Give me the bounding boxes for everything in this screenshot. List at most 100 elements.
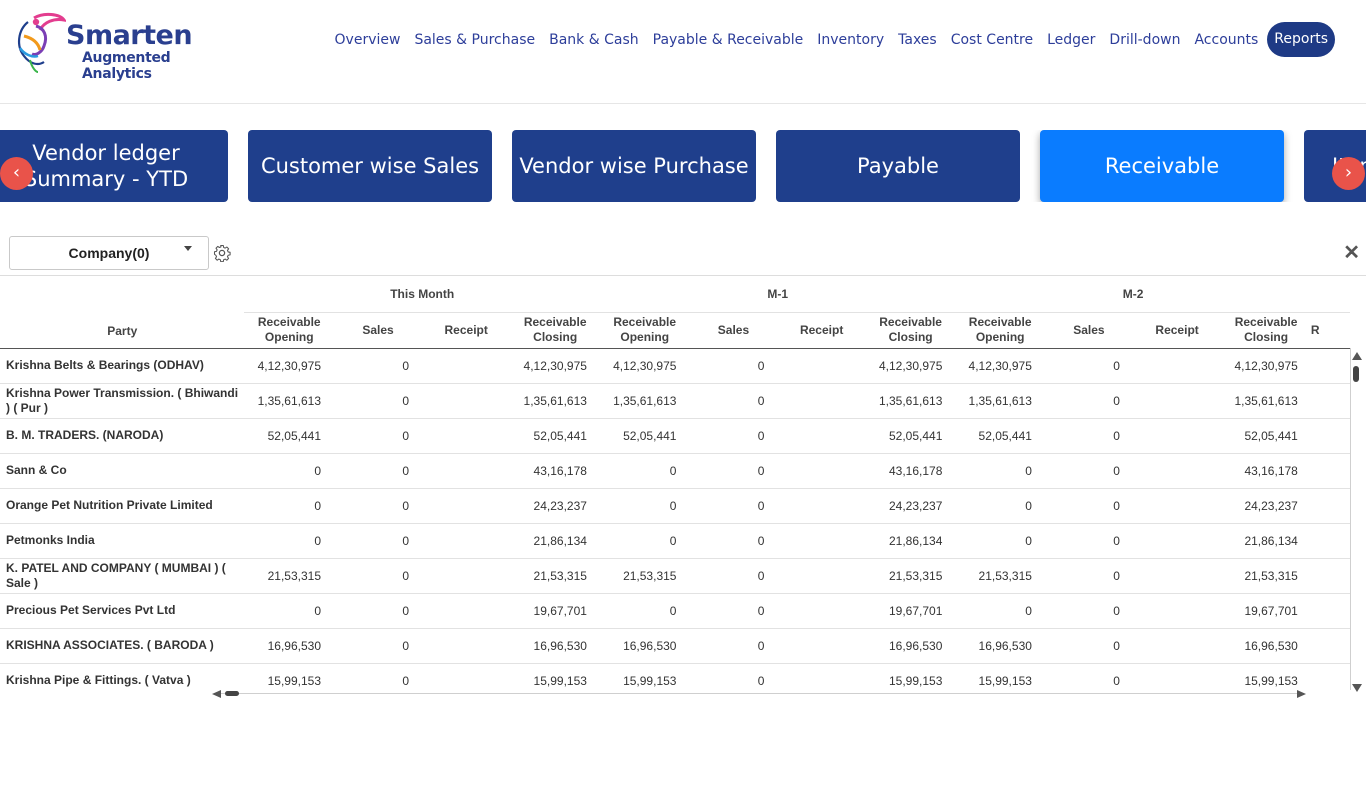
- value-cell: 0: [334, 383, 422, 419]
- value-cell: [1132, 523, 1222, 559]
- value-cell: 1,35,61,613: [244, 383, 335, 419]
- value-cell: [777, 628, 866, 664]
- party-cell: Krishna Pipe & Fittings. ( Vatva ): [0, 663, 245, 689]
- value-cell: 0: [689, 558, 778, 594]
- vertical-scroll-thumb[interactable]: [1353, 366, 1359, 382]
- col-receivable-opening[interactable]: Receivable Opening: [599, 311, 690, 349]
- table-row[interactable]: B. M. TRADERS. (NARODA) 52,05,441 0 52,05,4…: [0, 418, 1350, 454]
- table-row[interactable]: Orange Pet Nutrition Private Limited 0 0 24…: [0, 488, 1350, 524]
- value-cell: [1310, 663, 1350, 689]
- table-body: Krishna Belts & Bearings (ODHAV) 4,12,30,…: [0, 348, 1350, 689]
- value-cell: 0: [599, 488, 690, 524]
- nav-inventory[interactable]: Inventory: [810, 32, 891, 48]
- value-cell: 0: [244, 593, 335, 629]
- col-receivable-closing[interactable]: Receivable Closing: [510, 311, 600, 349]
- party-cell: Sann & Co: [0, 453, 245, 489]
- value-cell: 0: [244, 523, 335, 559]
- tile-vendor-wise-purchase[interactable]: Vendor wise Purchase: [512, 130, 756, 202]
- value-cell: [1310, 488, 1350, 524]
- value-cell: 15,99,153: [599, 663, 690, 689]
- nav-taxes[interactable]: Taxes: [891, 32, 944, 48]
- scroll-up-arrow-icon[interactable]: [1352, 352, 1362, 360]
- col-receivable-opening[interactable]: Receivable Opening: [244, 311, 335, 349]
- nav-overview[interactable]: Overview: [328, 32, 408, 48]
- table-row[interactable]: K. PATEL AND COMPANY ( MUMBAI ) ( Sale )…: [0, 558, 1350, 594]
- value-cell: [422, 523, 511, 559]
- vertical-scroll-track: [1350, 348, 1351, 690]
- value-cell: [1310, 593, 1350, 629]
- table-row[interactable]: Krishna Power Transmission. ( Bhiwandi )…: [0, 383, 1350, 419]
- scroll-left-arrow-icon[interactable]: [212, 690, 221, 698]
- nav-ledger[interactable]: Ledger: [1040, 32, 1102, 48]
- table-row[interactable]: Petmonks India 0 0 21,86,134 0 0 21,86,134 0 0 21…: [0, 523, 1350, 559]
- table-row[interactable]: Precious Pet Services Pvt Ltd 0 0 19,67,701…: [0, 593, 1350, 629]
- horizontal-scroll-thumb[interactable]: [225, 691, 239, 696]
- nav-bank-cash[interactable]: Bank & Cash: [542, 32, 646, 48]
- scroll-down-arrow-icon[interactable]: [1352, 684, 1362, 692]
- tile-vendor-ledger-summary[interactable]: Vendor ledger Summary - YTD: [0, 130, 228, 202]
- nav-reports[interactable]: Reports: [1267, 22, 1335, 57]
- value-cell: 0: [244, 488, 335, 524]
- party-cell: KRISHNA ASSOCIATES. ( BARODA ): [0, 628, 245, 664]
- col-receivable-closing[interactable]: Receivable Closing: [1221, 311, 1311, 349]
- value-cell: [1132, 558, 1222, 594]
- horizontal-scrollbar[interactable]: [212, 689, 1306, 699]
- party-cell: B. M. TRADERS. (NARODA): [0, 418, 245, 454]
- carousel-next-arrow-icon[interactable]: ›: [1332, 157, 1365, 190]
- value-cell: 16,96,530: [865, 628, 956, 664]
- tile-payable[interactable]: Payable: [776, 130, 1020, 202]
- value-cell: 0: [334, 593, 422, 629]
- value-cell: 19,67,701: [510, 593, 600, 629]
- value-cell: 0: [1044, 453, 1133, 489]
- value-cell: 0: [689, 488, 778, 524]
- company-dropdown[interactable]: Company(0): [9, 236, 209, 270]
- smarten-logo[interactable]: Smarten Augmented Analytics: [14, 12, 244, 82]
- nav-drill-down[interactable]: Drill-down: [1102, 32, 1187, 48]
- carousel-prev-arrow-icon[interactable]: ‹: [0, 157, 33, 190]
- col-receipt[interactable]: Receipt: [777, 311, 866, 349]
- value-cell: [422, 453, 511, 489]
- nav-accounts[interactable]: Accounts: [1187, 32, 1265, 48]
- value-cell: 0: [334, 348, 422, 384]
- value-cell: 0: [689, 523, 778, 559]
- nav-cost-centre[interactable]: Cost Centre: [944, 32, 1040, 48]
- value-cell: 43,16,178: [1221, 453, 1311, 489]
- value-cell: 0: [334, 558, 422, 594]
- close-icon[interactable]: ✕: [1343, 240, 1360, 265]
- value-cell: 21,53,315: [1221, 558, 1311, 594]
- value-cell: [422, 558, 511, 594]
- table-row[interactable]: Krishna Belts & Bearings (ODHAV) 4,12,30,…: [0, 348, 1350, 384]
- table-row[interactable]: Krishna Pipe & Fittings. ( Vatva ) 15,99,…: [0, 663, 1350, 689]
- col-receipt[interactable]: Receipt: [422, 311, 511, 349]
- tile-customer-wise-sales[interactable]: Customer wise Sales: [248, 130, 492, 202]
- party-cell: Orange Pet Nutrition Private Limited: [0, 488, 245, 524]
- col-receipt[interactable]: Receipt: [1132, 311, 1222, 349]
- value-cell: [422, 383, 511, 419]
- value-cell: 0: [334, 418, 422, 454]
- nav-payable-receivable[interactable]: Payable & Receivable: [646, 32, 811, 48]
- value-cell: 43,16,178: [865, 453, 956, 489]
- col-sales[interactable]: Sales: [1044, 311, 1133, 349]
- value-cell: 52,05,441: [955, 418, 1045, 454]
- gear-icon[interactable]: [213, 244, 231, 262]
- col-truncated[interactable]: R: [1310, 311, 1350, 349]
- scroll-right-arrow-icon[interactable]: [1297, 690, 1306, 698]
- col-receivable-closing[interactable]: Receivable Closing: [865, 311, 956, 349]
- tile-receivable[interactable]: Receivable: [1040, 130, 1284, 202]
- value-cell: 0: [955, 488, 1045, 524]
- table-row[interactable]: Sann & Co 0 0 43,16,178 0 0 43,16,178 0 0 43,16,1…: [0, 453, 1350, 489]
- party-column-header[interactable]: Party: [0, 277, 245, 349]
- value-cell: 52,05,441: [510, 418, 600, 454]
- value-cell: 4,12,30,975: [244, 348, 335, 384]
- col-receivable-opening[interactable]: Receivable Opening: [955, 311, 1045, 349]
- value-cell: [1132, 453, 1222, 489]
- value-cell: [777, 523, 866, 559]
- nav-sales-purchase[interactable]: Sales & Purchase: [407, 32, 542, 48]
- vertical-scrollbar[interactable]: [1352, 352, 1362, 692]
- party-cell: Petmonks India: [0, 523, 245, 559]
- receivable-table-container[interactable]: Party This Month M-1 M-2 Receivable Open…: [0, 277, 1350, 689]
- col-sales[interactable]: Sales: [689, 311, 778, 349]
- col-sales[interactable]: Sales: [334, 311, 422, 349]
- table-row[interactable]: KRISHNA ASSOCIATES. ( BARODA ) 16,96,530 0…: [0, 628, 1350, 664]
- value-cell: [1132, 418, 1222, 454]
